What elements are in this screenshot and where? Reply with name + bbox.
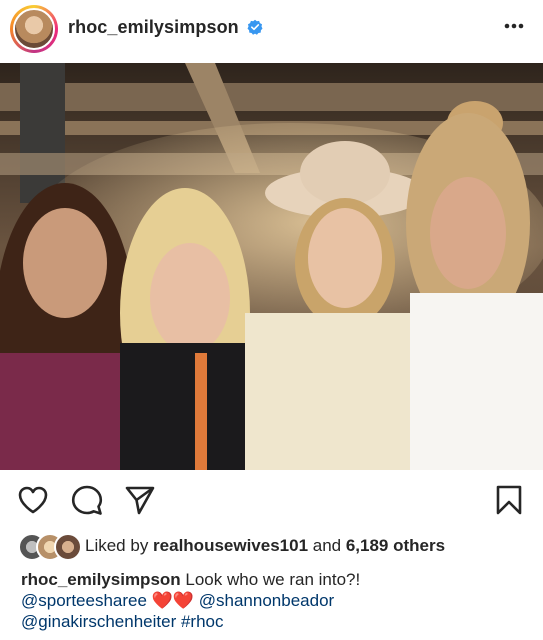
bookmark-icon[interactable] <box>493 484 525 516</box>
top-liker-username[interactable]: realhousewives101 <box>153 536 308 555</box>
comment-icon[interactable] <box>71 484 103 516</box>
caption-author[interactable]: rhoc_emilysimpson <box>21 570 181 589</box>
action-bar <box>0 484 543 520</box>
avatar[interactable] <box>13 8 55 50</box>
likes-conjunction: and <box>308 536 346 555</box>
verified-badge-icon <box>247 19 263 35</box>
post-caption: rhoc_emilysimpson Look who we ran into?!… <box>21 569 531 632</box>
group-photo-image <box>0 63 543 470</box>
post-photo[interactable] <box>0 63 543 470</box>
mention-ginakirschenheiter[interactable]: @ginakirschenheiter <box>21 612 176 631</box>
likes-summary[interactable]: Liked by realhousewives101 and 6,189 oth… <box>85 536 445 556</box>
post-username[interactable]: rhoc_emilysimpson <box>68 17 239 38</box>
more-options-icon[interactable] <box>500 14 528 38</box>
liker-avatar[interactable] <box>54 533 82 561</box>
hearts-emoji: ❤️❤️ <box>151 591 195 610</box>
mention-sporteesharee[interactable]: @sporteesharee <box>21 591 147 610</box>
post-header: rhoc_emilysimpson <box>0 0 543 62</box>
likes-row: Liked by realhousewives101 and 6,189 oth… <box>0 533 543 561</box>
likes-prefix: Liked by <box>85 536 154 555</box>
story-ring[interactable] <box>10 5 58 53</box>
share-icon[interactable] <box>124 484 156 516</box>
mention-shannonbeador[interactable]: @shannonbeador <box>199 591 334 610</box>
likes-others-count[interactable]: 6,189 others <box>346 536 445 555</box>
caption-text: Look who we ran into?! <box>180 570 361 589</box>
heart-icon[interactable] <box>17 484 49 516</box>
hashtag-rhoc[interactable]: #rhoc <box>181 612 224 631</box>
